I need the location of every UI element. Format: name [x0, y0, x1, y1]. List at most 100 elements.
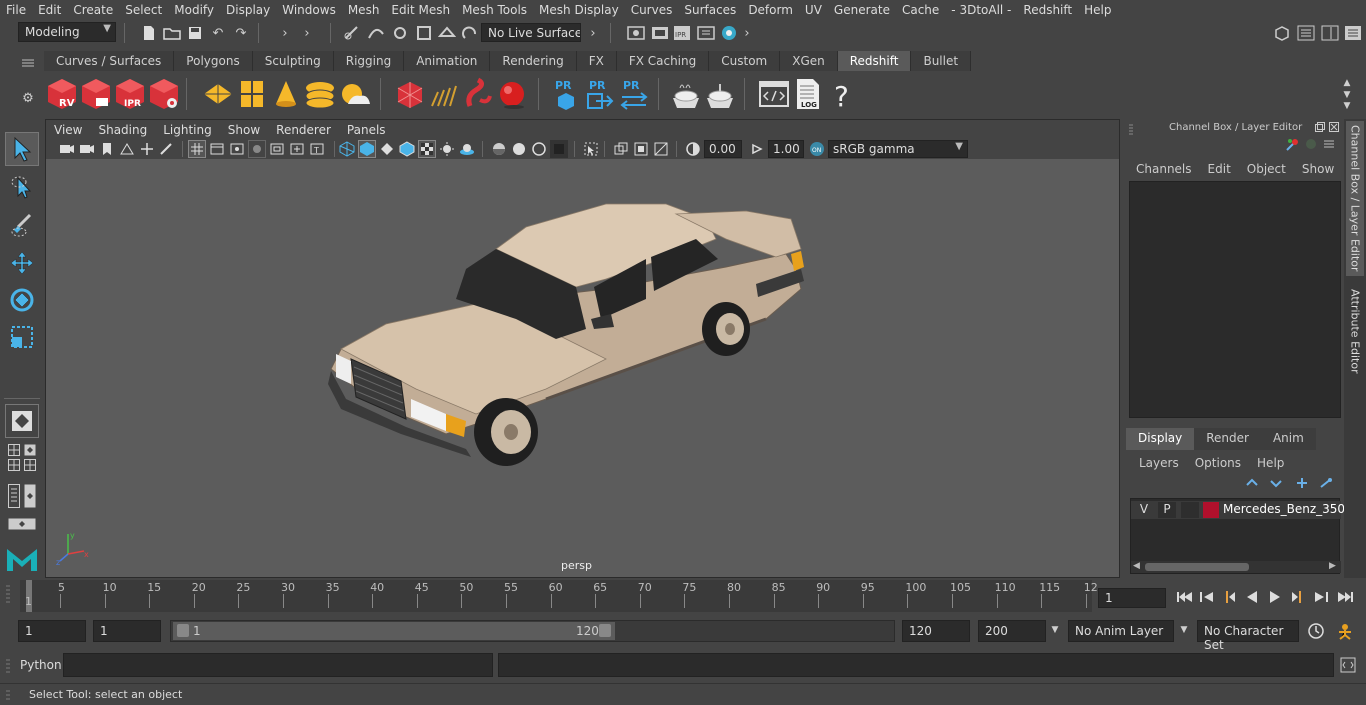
play-forwards-icon[interactable]	[1266, 588, 1284, 606]
menu-redshift[interactable]: Redshift	[1017, 3, 1078, 17]
range-slider-handle-bar[interactable]	[173, 622, 615, 640]
xray-active-components-icon[interactable]	[652, 140, 670, 158]
tab-curves-surfaces[interactable]: Curves / Surfaces	[44, 51, 175, 71]
use-all-lights-icon[interactable]	[438, 140, 456, 158]
grid-toggle-icon[interactable]	[188, 140, 206, 158]
playback-end-field[interactable]: 120	[902, 620, 970, 642]
layer-visibility-toggle[interactable]: V	[1135, 502, 1153, 518]
collapse-arrow-icon[interactable]: ›	[302, 23, 312, 43]
bookmark-icon[interactable]	[98, 140, 116, 158]
shelf-menu-arrow-icon[interactable]: ▼	[1342, 101, 1352, 111]
auto-key-icon[interactable]	[1306, 621, 1326, 641]
workspace-icon[interactable]	[1272, 23, 1292, 43]
image-plane-icon[interactable]	[118, 140, 136, 158]
menu-cache[interactable]: Cache	[896, 3, 945, 17]
redshift-ipr-button[interactable]: IPR	[114, 76, 146, 112]
screen-space-ao-icon[interactable]	[490, 140, 508, 158]
help-button[interactable]: ?	[826, 76, 858, 113]
tab-bullet[interactable]: Bullet	[911, 51, 972, 71]
viewport-menu-renderer[interactable]: Renderer	[268, 123, 339, 137]
redo-icon[interactable]: ↷	[231, 23, 251, 43]
play-backwards-icon[interactable]	[1243, 588, 1261, 606]
time-slider[interactable]: 1 5 10 15 20 25 30 35 40 45 50 55 60 65 70 75 80 85 90 95 1…	[20, 580, 1098, 612]
camera-select-icon[interactable]	[58, 140, 76, 158]
hypershade-layout-icon[interactable]	[8, 518, 36, 530]
scroll-left-icon[interactable]: ◀	[1133, 561, 1140, 571]
rotate-tool-icon[interactable]	[5, 283, 39, 317]
layer-menu-layers[interactable]: Layers	[1124, 456, 1187, 470]
animation-end-field[interactable]: 200	[978, 620, 1046, 642]
move-layer-down-icon[interactable]	[1268, 476, 1284, 490]
default-material-icon[interactable]	[378, 140, 396, 158]
menu-edit[interactable]: Edit	[32, 3, 67, 17]
tab-redshift[interactable]: Redshift	[837, 51, 912, 71]
redshift-material-ball-button[interactable]	[496, 76, 528, 112]
smooth-shade-icon[interactable]	[358, 140, 376, 158]
tab-render-layers[interactable]: Render	[1194, 428, 1261, 450]
menu-uv[interactable]: UV	[799, 3, 828, 17]
snap-point-icon[interactable]	[390, 23, 410, 43]
tab-fx[interactable]: FX	[576, 51, 617, 71]
textured-icon[interactable]	[418, 140, 436, 158]
tab-xgen[interactable]: XGen	[780, 51, 838, 71]
tab-sculpting[interactable]: Sculpting	[252, 51, 334, 71]
channel-box-toggle-icon[interactable]	[1343, 23, 1363, 43]
character-set-dropdown[interactable]: No Character Set	[1197, 620, 1299, 652]
bake-set-button[interactable]	[670, 76, 702, 112]
wireframe-icon[interactable]	[338, 140, 356, 158]
outliner-layout-icon[interactable]	[8, 484, 20, 508]
menu-help[interactable]: Help	[1078, 3, 1117, 17]
xray-icon[interactable]	[612, 140, 630, 158]
menu-curves[interactable]: Curves	[625, 3, 679, 17]
two-view-layout-icon[interactable]	[24, 459, 36, 471]
save-scene-icon[interactable]	[186, 23, 204, 43]
chevron-down-icon[interactable]: ▼	[1178, 622, 1190, 638]
shelf-settings-gear-icon[interactable]: ⚙	[18, 88, 38, 108]
field-chart-icon[interactable]	[268, 140, 286, 158]
shadows-icon[interactable]	[458, 140, 476, 158]
anim-layer-dropdown[interactable]: No Anim Layer	[1068, 620, 1174, 642]
motion-blur-icon[interactable]	[510, 140, 528, 158]
close-icon[interactable]	[1328, 121, 1340, 133]
layer-menu-options[interactable]: Options	[1187, 456, 1249, 470]
menu-display[interactable]: Display	[220, 3, 276, 17]
four-view-alt-layout-icon[interactable]	[8, 459, 20, 471]
pr-export-button[interactable]: PR	[584, 76, 616, 112]
channel-menu-channels[interactable]: Channels	[1124, 162, 1200, 176]
range-end-handle[interactable]	[599, 624, 611, 637]
layer-color-swatch[interactable]	[1203, 502, 1219, 518]
xray-joints-icon[interactable]	[632, 140, 650, 158]
float-panel-icon[interactable]	[1314, 121, 1326, 133]
tab-custom[interactable]: Custom	[709, 51, 781, 71]
paint-select-tool-icon[interactable]	[5, 208, 39, 242]
menu-file[interactable]: File	[0, 3, 32, 17]
collapse-arrow-icon[interactable]: ›	[280, 23, 290, 43]
step-back-icon[interactable]	[1198, 588, 1216, 606]
pr-mesh-button[interactable]: PR	[550, 76, 582, 112]
grease-pencil-icon[interactable]	[158, 140, 176, 158]
viewport-3d-canvas[interactable]: y x z persp	[46, 159, 1119, 577]
layer-row[interactable]: V P Mercedes_Benz_350_SE	[1131, 501, 1366, 519]
new-scene-icon[interactable]	[140, 23, 158, 43]
redshift-volume-button[interactable]	[428, 76, 460, 112]
command-language-label[interactable]: Python	[20, 658, 62, 672]
tab-rigging[interactable]: Rigging	[333, 51, 405, 71]
viewport-menu-show[interactable]: Show	[220, 123, 268, 137]
menu-edit-mesh[interactable]: Edit Mesh	[385, 3, 456, 17]
lasso-tool-icon[interactable]	[5, 170, 39, 204]
mode-selector[interactable]: Modeling ▼	[18, 22, 116, 42]
menu-generate[interactable]: Generate	[828, 3, 896, 17]
viewport-menu-panels[interactable]: Panels	[339, 123, 394, 137]
menu-modify[interactable]: Modify	[168, 3, 220, 17]
redshift-hair-button[interactable]	[462, 76, 494, 112]
select-tool-icon[interactable]	[5, 132, 39, 166]
layer-playback-toggle[interactable]: P	[1158, 502, 1176, 518]
step-back-key-icon[interactable]	[1220, 588, 1238, 606]
layer-menu-help[interactable]: Help	[1249, 456, 1292, 470]
color-management-icon[interactable]: ON	[808, 140, 826, 158]
scrollbar-thumb[interactable]	[1145, 563, 1249, 571]
menu-mesh-tools[interactable]: Mesh Tools	[456, 3, 533, 17]
single-perspective-layout-icon[interactable]	[5, 404, 39, 438]
channel-options-icon[interactable]	[1322, 137, 1336, 151]
resolution-gate-icon[interactable]	[228, 140, 246, 158]
